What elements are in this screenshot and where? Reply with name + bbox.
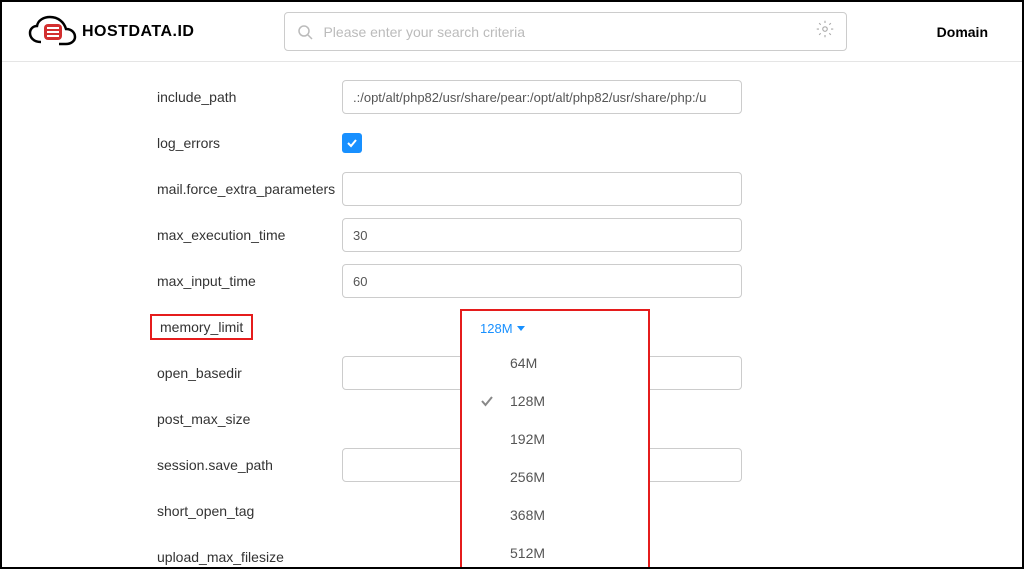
row-mail-force: mail.force_extra_parameters	[42, 166, 982, 212]
label-post-max: post_max_size	[42, 411, 342, 427]
label-short-open: short_open_tag	[42, 503, 342, 519]
search-box[interactable]	[284, 12, 846, 51]
label-include-path: include_path	[42, 89, 342, 105]
settings-panel: include_path log_errors mail.force_extra…	[2, 74, 1022, 569]
dd-option-512m[interactable]: 512M	[462, 534, 648, 569]
logo: HOSTDATA.ID	[26, 14, 194, 50]
dropdown-trigger[interactable]: 128M	[462, 317, 648, 344]
label-max-input: max_input_time	[42, 273, 342, 289]
check-icon	[478, 392, 496, 410]
logo-icon	[26, 14, 78, 50]
dd-option-256m[interactable]: 256M	[462, 458, 648, 496]
checkbox-log-errors[interactable]	[342, 133, 362, 153]
brand-name: HOSTDATA.ID	[82, 23, 194, 41]
label-max-exec: max_execution_time	[42, 227, 342, 243]
memory-limit-dropdown: 128M 64M 128M 192M 256M 368M 512M	[460, 309, 650, 569]
input-include-path[interactable]	[342, 80, 742, 114]
caret-down-icon	[517, 326, 525, 331]
label-memory-limit: memory_limit	[150, 314, 253, 340]
row-max-exec: max_execution_time	[42, 212, 982, 258]
label-upload-max: upload_max_filesize	[42, 549, 342, 565]
dd-option-368m[interactable]: 368M	[462, 496, 648, 534]
dd-option-128m[interactable]: 128M	[462, 382, 648, 420]
label-mail-force: mail.force_extra_parameters	[42, 181, 342, 197]
check-icon	[345, 136, 359, 150]
domain-link[interactable]: Domain	[937, 24, 988, 40]
label-session-save: session.save_path	[42, 457, 342, 473]
header: HOSTDATA.ID Domain	[2, 2, 1022, 62]
row-max-input: max_input_time	[42, 258, 982, 304]
label-log-errors: log_errors	[42, 135, 342, 151]
gear-icon[interactable]	[816, 20, 834, 43]
search-icon	[297, 24, 313, 40]
input-mail-force[interactable]	[342, 172, 742, 206]
dd-option-64m[interactable]: 64M	[462, 344, 648, 382]
row-log-errors: log_errors	[42, 120, 982, 166]
search-input[interactable]	[323, 24, 805, 40]
label-open-basedir: open_basedir	[42, 365, 342, 381]
row-include-path: include_path	[42, 74, 982, 120]
input-max-input[interactable]	[342, 264, 742, 298]
dd-option-192m[interactable]: 192M	[462, 420, 648, 458]
dropdown-selected: 128M	[480, 321, 513, 336]
input-max-exec[interactable]	[342, 218, 742, 252]
